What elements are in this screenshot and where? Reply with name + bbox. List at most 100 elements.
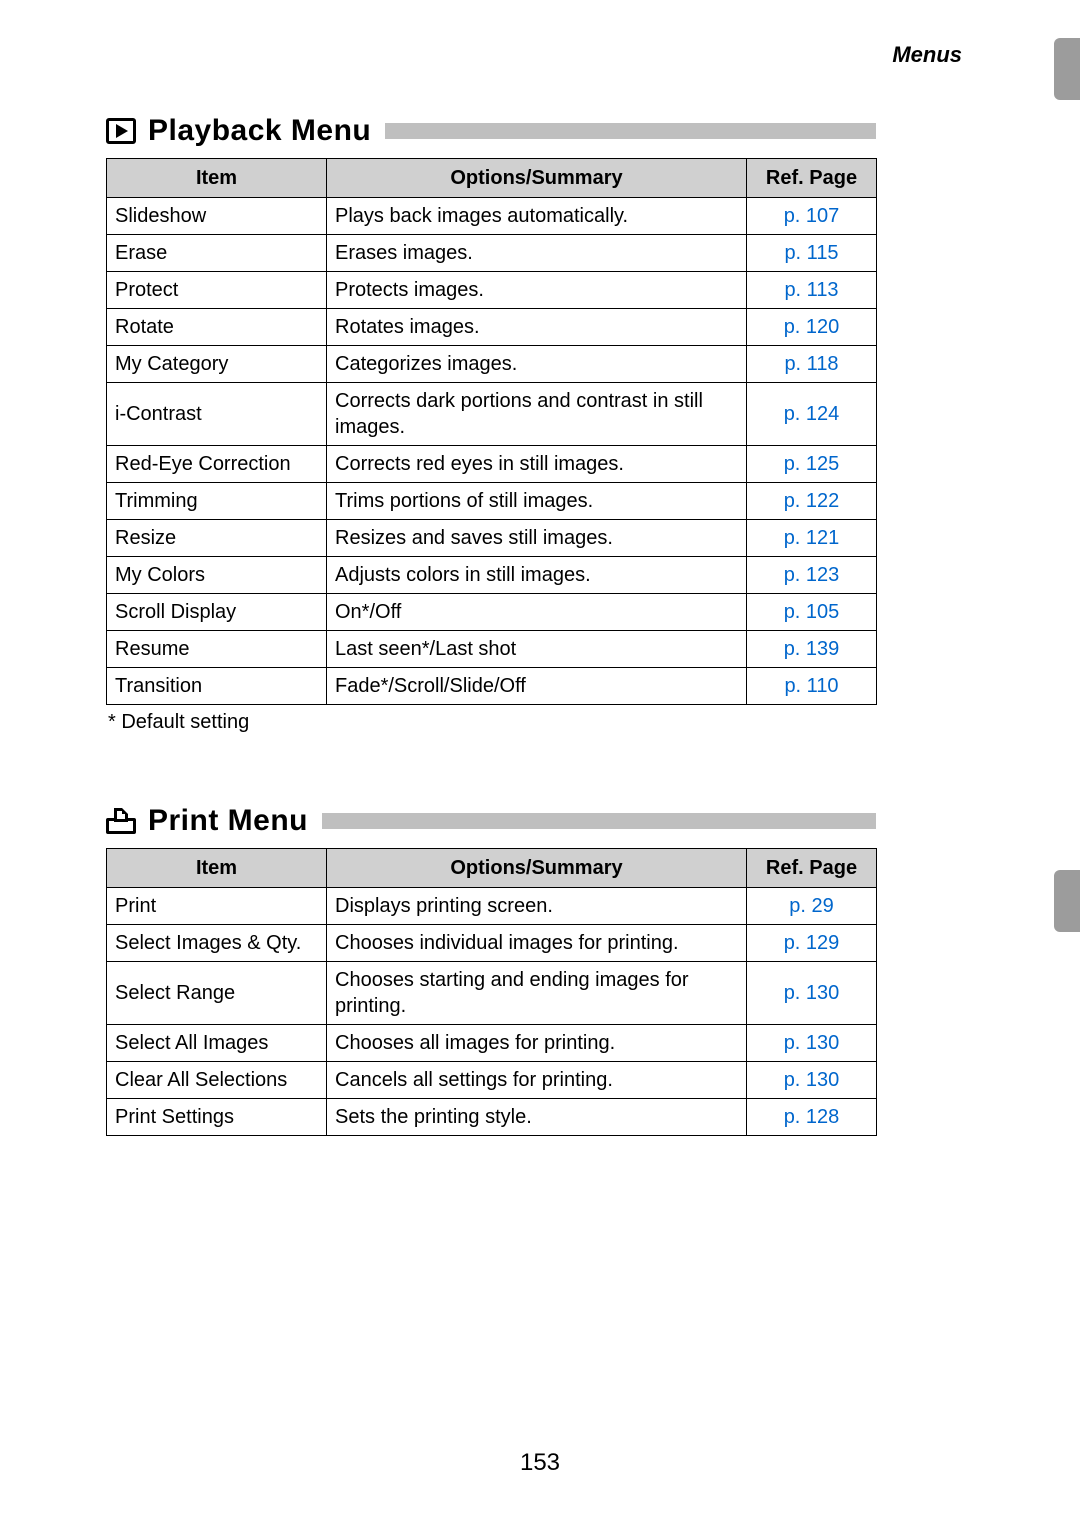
cell-ref: p. 113 <box>747 272 877 309</box>
table-row: SlideshowPlays back images automatically… <box>107 198 877 235</box>
table-row: ResumeLast seen*/Last shot p. 139 <box>107 631 877 668</box>
cell-ref: p. 125 <box>747 446 877 483</box>
default-setting-footnote: * Default setting <box>108 711 966 734</box>
col-item: Item <box>107 159 327 198</box>
cell-item: Clear All Selections <box>107 1062 327 1099</box>
page-ref-link[interactable]: p. 29 <box>789 895 833 917</box>
print-icon <box>106 808 136 834</box>
cell-item: Slideshow <box>107 198 327 235</box>
col-options: Options/Summary <box>327 849 747 888</box>
table-row: i-ContrastCorrects dark portions and con… <box>107 383 877 446</box>
cell-summary: Resizes and saves still images. <box>327 520 747 557</box>
col-options: Options/Summary <box>327 159 747 198</box>
page-ref-link[interactable]: p. 130 <box>784 1032 840 1054</box>
cell-ref: p. 129 <box>747 925 877 962</box>
table-row: RotateRotates images. p. 120 <box>107 309 877 346</box>
page-ref-link[interactable]: p. 107 <box>784 205 840 227</box>
cell-ref: p. 29 <box>747 888 877 925</box>
heading-rule <box>322 813 876 829</box>
cell-summary: Displays printing screen. <box>327 888 747 925</box>
cell-item: Erase <box>107 235 327 272</box>
heading-rule <box>385 123 876 139</box>
cell-summary: Chooses individual images for printing. <box>327 925 747 962</box>
side-tab <box>1054 870 1080 932</box>
page-ref-link[interactable]: p. 110 <box>784 675 838 697</box>
cell-summary: Chooses all images for printing. <box>327 1025 747 1062</box>
table-row: Red-Eye CorrectionCorrects red eyes in s… <box>107 446 877 483</box>
page-ref-link[interactable]: p. 125 <box>784 453 840 475</box>
page-ref-link[interactable]: p. 122 <box>784 490 840 512</box>
cell-ref: p. 110 <box>747 668 877 705</box>
section-breadcrumb: Menus <box>106 42 966 68</box>
cell-item: Print <box>107 888 327 925</box>
col-item: Item <box>107 849 327 888</box>
table-row: Clear All SelectionsCancels all settings… <box>107 1062 877 1099</box>
cell-item: Select All Images <box>107 1025 327 1062</box>
table-row: PrintDisplays printing screen. p. 29 <box>107 888 877 925</box>
table-row: TrimmingTrims portions of still images. p… <box>107 483 877 520</box>
cell-item: Transition <box>107 668 327 705</box>
table-row: My CategoryCategorizes images.p. 118 <box>107 346 877 383</box>
print-title: Print Menu <box>148 804 308 838</box>
cell-ref: p. 124 <box>747 383 877 446</box>
cell-summary: Protects images. <box>327 272 747 309</box>
page-ref-link[interactable]: p. 128 <box>784 1106 840 1128</box>
table-row: TransitionFade*/Scroll/Slide/Off p. 110 <box>107 668 877 705</box>
cell-ref: p. 107 <box>747 198 877 235</box>
cell-ref: p. 130 <box>747 962 877 1025</box>
cell-summary: Plays back images automatically. <box>327 198 747 235</box>
cell-item: i-Contrast <box>107 383 327 446</box>
page-ref-link[interactable]: p. 105 <box>784 601 840 623</box>
table-row: Select RangeChooses starting and ending … <box>107 962 877 1025</box>
cell-item: Select Images & Qty. <box>107 925 327 962</box>
cell-ref: p. 139 <box>747 631 877 668</box>
col-ref: Ref. Page <box>747 159 877 198</box>
cell-item: My Colors <box>107 557 327 594</box>
print-menu-heading: Print Menu <box>106 804 876 838</box>
cell-ref: p. 130 <box>747 1025 877 1062</box>
page-ref-link[interactable]: p. 139 <box>784 638 840 660</box>
page-ref-link[interactable]: p. 120 <box>784 316 840 338</box>
cell-summary: Erases images. <box>327 235 747 272</box>
cell-summary: Last seen*/Last shot <box>327 631 747 668</box>
table-row: Select All ImagesChooses all images for … <box>107 1025 877 1062</box>
page-ref-link[interactable]: p. 130 <box>784 1069 840 1091</box>
page-ref-link[interactable]: p. 121 <box>784 527 840 549</box>
playback-icon <box>106 118 136 144</box>
playback-title: Playback Menu <box>148 114 371 148</box>
cell-ref: p. 115 <box>747 235 877 272</box>
cell-summary: Fade*/Scroll/Slide/Off <box>327 668 747 705</box>
cell-summary: Rotates images. <box>327 309 747 346</box>
table-row: EraseErases images. p. 115 <box>107 235 877 272</box>
cell-summary: Trims portions of still images. <box>327 483 747 520</box>
cell-summary: Cancels all settings for printing. <box>327 1062 747 1099</box>
page-number: 153 <box>520 1449 560 1477</box>
cell-ref: p. 130 <box>747 1062 877 1099</box>
cell-item: Print Settings <box>107 1099 327 1136</box>
cell-item: Rotate <box>107 309 327 346</box>
table-row: Scroll DisplayOn*/Offp. 105 <box>107 594 877 631</box>
cell-ref: p. 105 <box>747 594 877 631</box>
page-ref-link[interactable]: p. 118 <box>784 353 838 375</box>
table-row: Select Images & Qty.Chooses individual i… <box>107 925 877 962</box>
page-ref-link[interactable]: p. 113 <box>784 279 838 301</box>
page-ref-link[interactable]: p. 129 <box>784 932 840 954</box>
cell-summary: Corrects red eyes in still images. <box>327 446 747 483</box>
cell-item: Trimming <box>107 483 327 520</box>
playback-table: Item Options/Summary Ref. Page Slideshow… <box>106 158 877 705</box>
cell-summary: Chooses starting and ending images for p… <box>327 962 747 1025</box>
cell-item: Scroll Display <box>107 594 327 631</box>
page-ref-link[interactable]: p. 123 <box>784 564 840 586</box>
col-ref: Ref. Page <box>747 849 877 888</box>
cell-item: Select Range <box>107 962 327 1025</box>
cell-ref: p. 120 <box>747 309 877 346</box>
page-ref-link[interactable]: p. 124 <box>784 403 840 425</box>
cell-summary: Categorizes images. <box>327 346 747 383</box>
page-ref-link[interactable]: p. 115 <box>784 242 838 264</box>
page-ref-link[interactable]: p. 130 <box>784 982 840 1004</box>
cell-item: Protect <box>107 272 327 309</box>
cell-item: Resume <box>107 631 327 668</box>
cell-ref: p. 123 <box>747 557 877 594</box>
print-table: Item Options/Summary Ref. Page PrintDisp… <box>106 848 877 1136</box>
cell-summary: Corrects dark portions and contrast in s… <box>327 383 747 446</box>
